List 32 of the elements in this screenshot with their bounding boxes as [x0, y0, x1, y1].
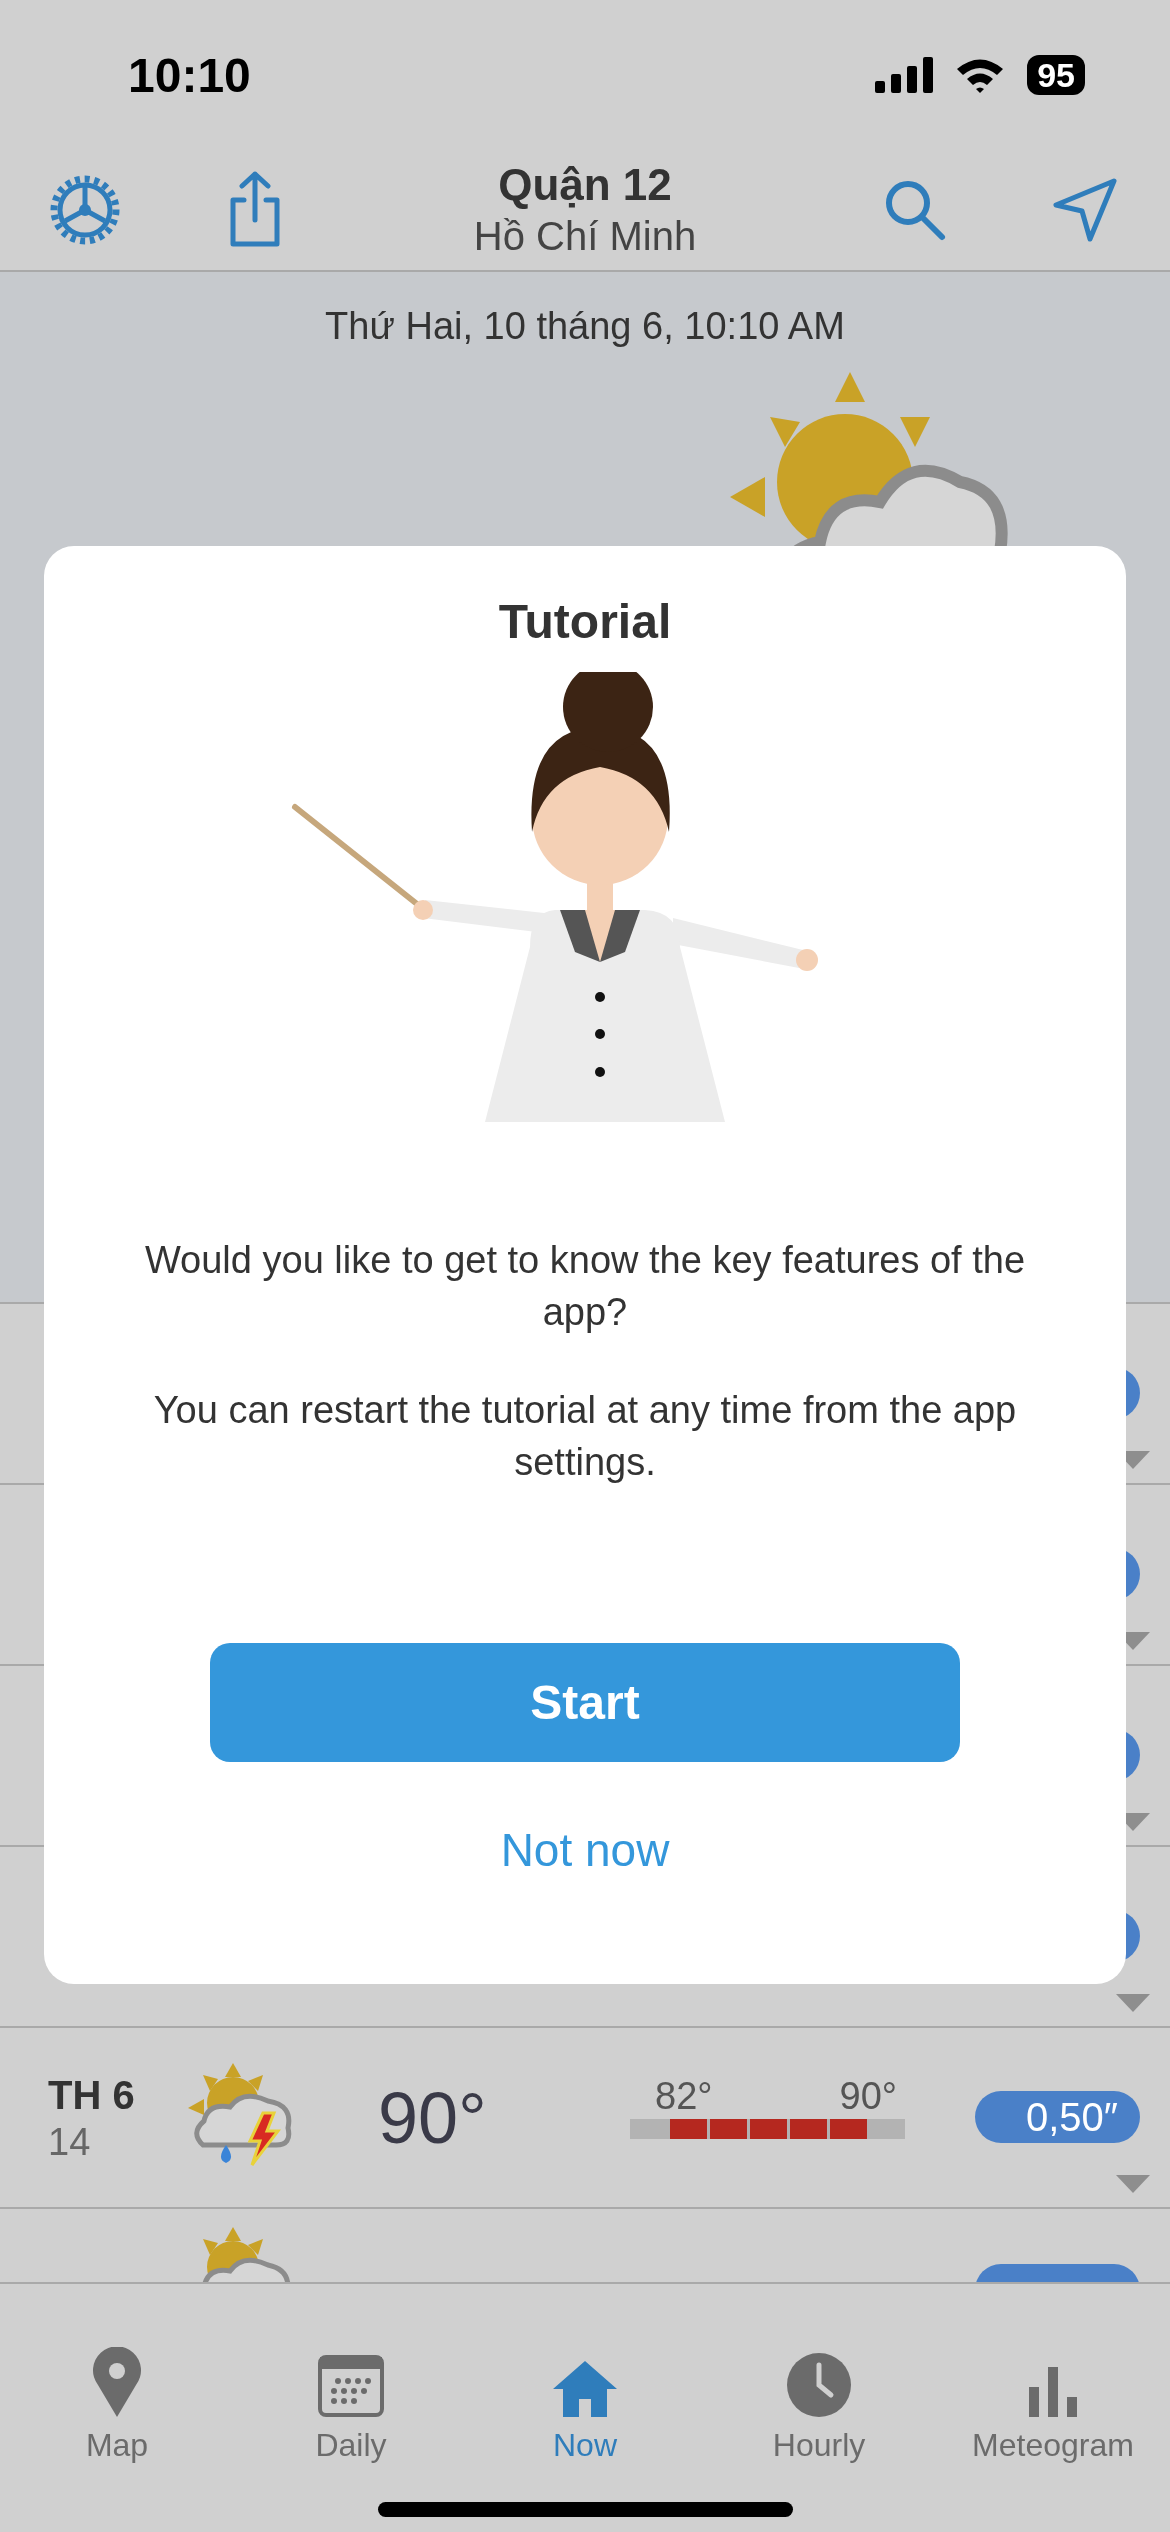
day-date: 14 [48, 2119, 92, 2165]
location-title: Quận 12 [498, 159, 672, 211]
location-subtitle: Hồ Chí Minh [473, 213, 697, 260]
tab-item[interactable]: Map [0, 2324, 234, 2464]
settings-icon[interactable] [48, 173, 122, 247]
tab-item[interactable]: Hourly [702, 2324, 936, 2464]
search-icon[interactable] [883, 178, 947, 242]
caret-icon[interactable] [1116, 2175, 1150, 2193]
tab-item[interactable]: Daily [234, 2324, 468, 2464]
day-label: TH 6 [48, 2071, 136, 2119]
calendar-icon [318, 2355, 384, 2417]
start-button[interactable]: Start [210, 1643, 960, 1762]
battery-indicator: 95 [1027, 55, 1085, 95]
navigation-arrow-icon[interactable] [1052, 177, 1118, 243]
tab-item[interactable]: Meteogram [936, 2324, 1170, 2464]
tab-item[interactable]: Now [468, 2324, 702, 2464]
clock-icon [787, 2353, 851, 2417]
map-pin-icon [93, 2347, 141, 2417]
low-temperature: 82° [655, 2074, 713, 2119]
high-temperature: 90° [839, 2074, 897, 2119]
dialog-text: You can restart the tutorial at any time from the app settings. [152, 1388, 1018, 1485]
caret-icon[interactable] [1116, 1994, 1150, 2012]
home-icon [553, 2361, 617, 2417]
dialog-title: Tutorial [498, 594, 672, 650]
status-time: 10:10 [128, 47, 251, 103]
dialog-text: Would you like to get to know the key features of the app? [143, 1238, 1027, 1335]
day-temperature: 90° [378, 2076, 488, 2159]
not-now-button[interactable]: Not now [494, 1822, 676, 1878]
current-date: Thứ Hai, 10 tháng 6, 10:10 AM [325, 304, 845, 349]
signal-icon [875, 57, 934, 93]
precipitation-pill: 0,50″ [975, 2091, 1140, 2143]
bar-chart-icon [1029, 2367, 1077, 2417]
